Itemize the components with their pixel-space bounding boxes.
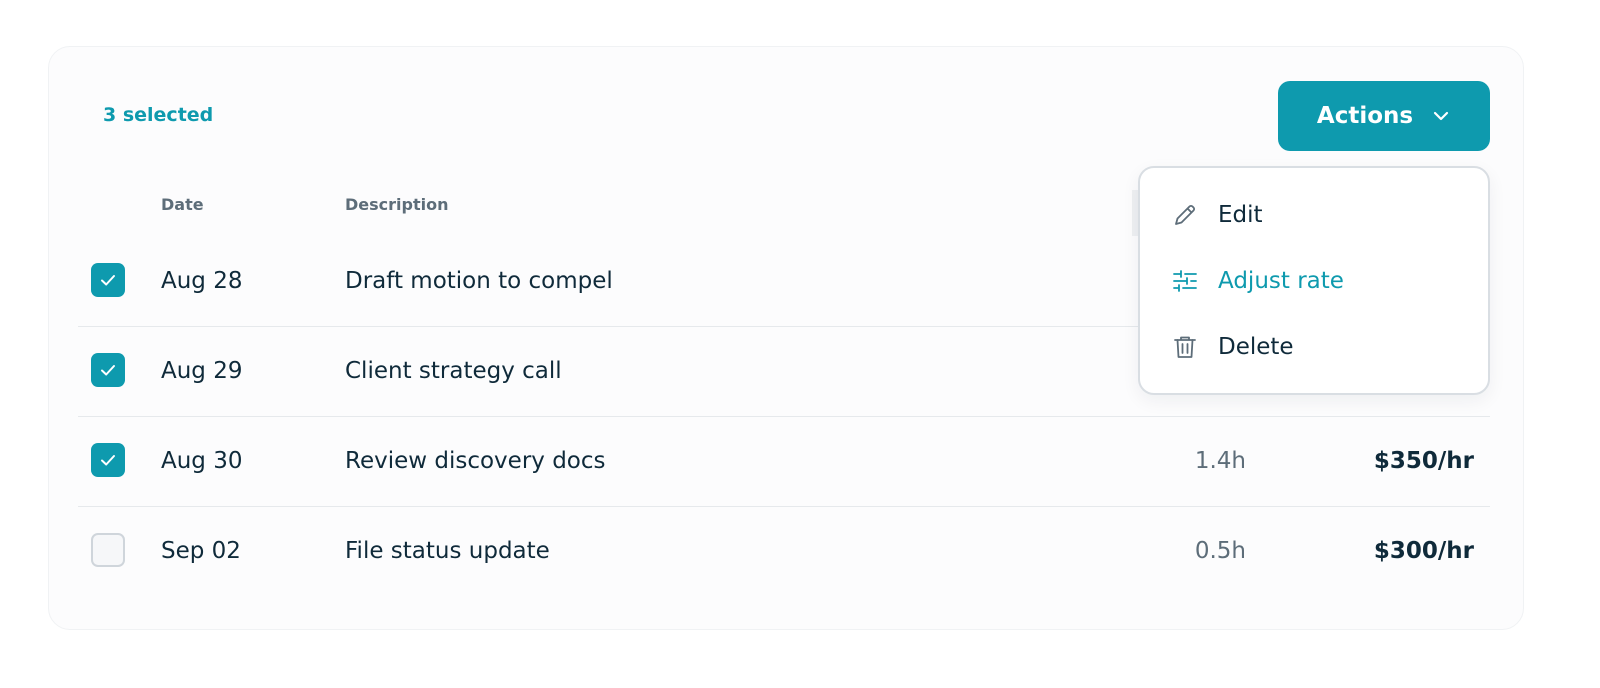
row-hours: 0.5h [1194,538,1246,564]
row-rate: $300/hr [1373,538,1474,564]
menu-item-label: Adjust rate [1218,268,1344,294]
actions-menu: Edit Adjust rate Delete [1138,166,1490,395]
menu-item-delete[interactable]: Delete [1140,314,1488,380]
row-date: Aug 30 [161,448,243,474]
check-icon [101,365,115,376]
row-hours: 1.4h [1194,448,1246,474]
menu-item-label: Edit [1218,202,1263,228]
table-row[interactable]: Sep 02 File status update 0.5h $300/hr [78,506,1490,596]
row-checkbox[interactable] [91,263,125,297]
row-description: Draft motion to compel [345,268,613,294]
table-row[interactable]: Aug 30 Review discovery docs 1.4h $350/h… [78,416,1490,507]
row-description: Client strategy call [345,358,562,384]
row-checkbox[interactable] [91,353,125,387]
trash-icon [1170,332,1200,362]
selection-count: 3 selected [103,104,214,126]
check-icon [101,455,115,466]
row-date: Sep 02 [161,538,241,564]
menu-item-adjust-rate[interactable]: Adjust rate [1140,248,1488,314]
column-header-description[interactable]: Description [345,195,448,214]
actions-dropdown-button[interactable]: Actions [1278,81,1490,151]
row-checkbox[interactable] [91,443,125,477]
menu-item-label: Delete [1218,334,1294,360]
column-header-date[interactable]: Date [161,195,204,214]
pencil-icon [1170,200,1200,230]
sliders-icon [1170,266,1200,296]
chevron-down-icon [1431,106,1451,126]
row-description: File status update [345,538,550,564]
row-description: Review discovery docs [345,448,606,474]
row-rate: $350/hr [1373,448,1474,474]
row-checkbox[interactable] [91,533,125,567]
menu-item-edit[interactable]: Edit [1140,182,1488,248]
actions-button-label: Actions [1316,103,1414,129]
row-date: Aug 29 [161,358,243,384]
row-date: Aug 28 [161,268,243,294]
check-icon [101,275,115,286]
